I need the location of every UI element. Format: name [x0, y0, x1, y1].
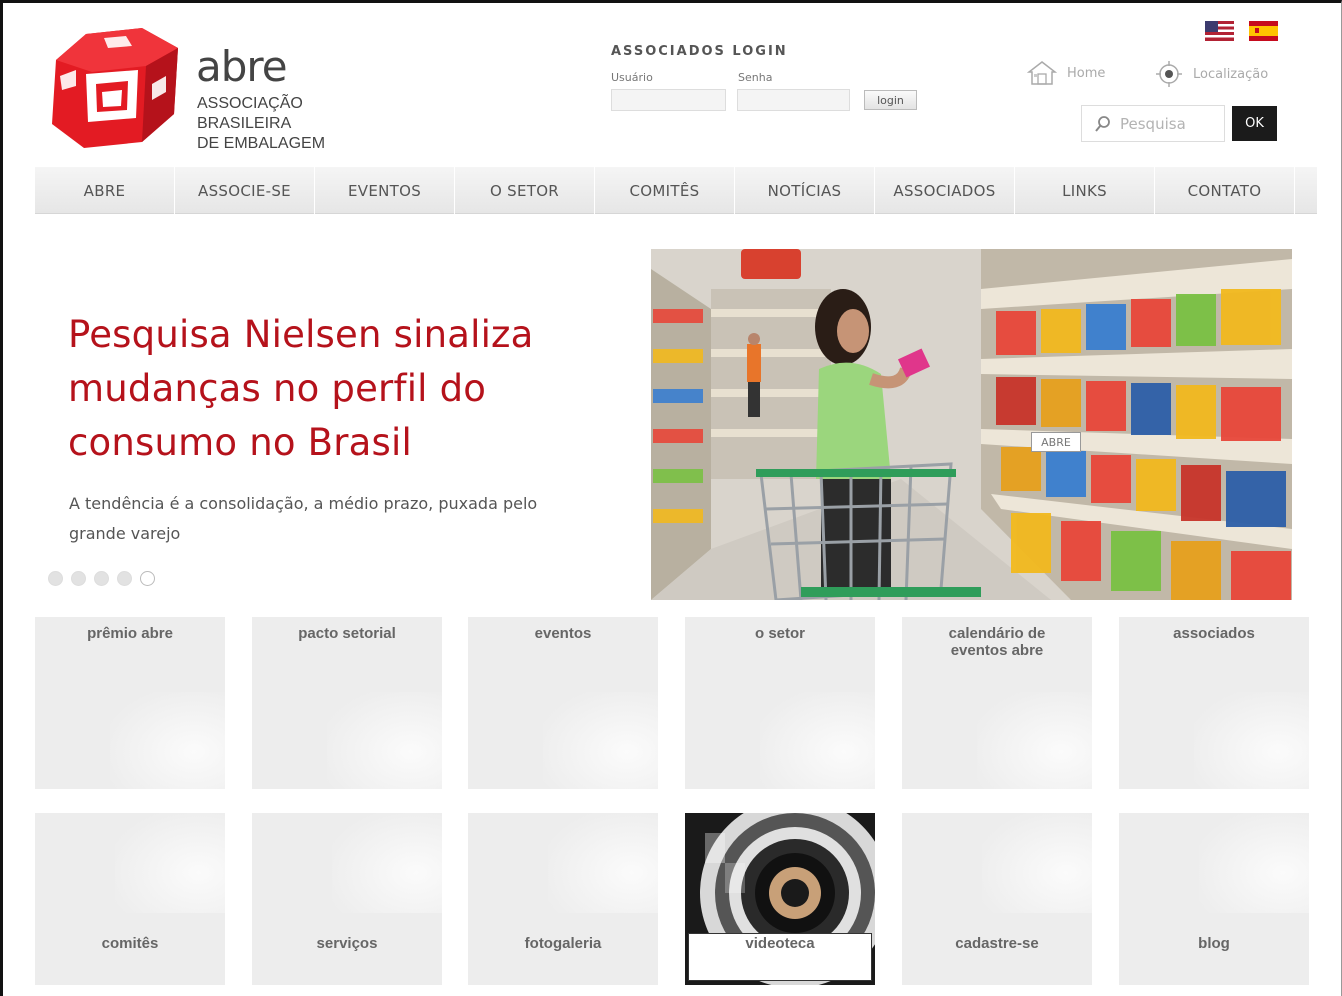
tile-blog[interactable]: blog	[1119, 813, 1309, 985]
tile-label: comitês	[101, 935, 159, 952]
brand-subtitle-line: DE EMBALAGEM	[197, 135, 326, 152]
location-link-label: Localização	[1193, 66, 1269, 82]
tile-label: o setor	[754, 625, 805, 642]
nav-item-associe-se[interactable]: ASSOCIE-SE	[175, 167, 315, 214]
search-ok-button[interactable]: OK	[1232, 106, 1277, 141]
tile-label: cadastre-se	[955, 935, 1039, 952]
supermarket-shopper-illustration	[651, 249, 1292, 600]
tile-o-setor[interactable]: o setor	[685, 617, 875, 789]
hero-subtitle: A tendência é a consolidação, a médio pr…	[69, 494, 538, 543]
tile-fotogaleria[interactable]: fotogaleria	[468, 813, 658, 985]
location-target-icon	[1156, 61, 1182, 87]
username-input[interactable]	[611, 89, 726, 111]
nav-item-contato[interactable]: CONTATO	[1155, 167, 1295, 214]
nav-item-o-setor[interactable]: O SETOR	[455, 167, 595, 214]
nav-item-abre[interactable]: ABRE	[35, 167, 175, 214]
tile-servicos[interactable]: serviços	[252, 813, 442, 985]
slider-dots	[48, 571, 155, 586]
login-button[interactable]: login	[864, 90, 917, 110]
tile-label: prêmio abre	[87, 625, 173, 642]
slider-dot[interactable]	[71, 571, 86, 586]
brand-subtitle: ASSOCIAÇÃO BRASILEIRA DE EMBALAGEM	[197, 94, 325, 154]
tile-associados[interactable]: associados	[1119, 617, 1309, 789]
tile-pacto-setorial[interactable]: pacto setorial	[252, 617, 442, 789]
password-input[interactable]	[737, 89, 850, 111]
brand-subtitle-line: ASSOCIAÇÃO	[197, 95, 303, 112]
home-link[interactable]: Home	[1027, 60, 1105, 86]
tile-label: blog	[1198, 935, 1230, 952]
tile-eventos[interactable]: eventos	[468, 617, 658, 789]
slider-dot-active[interactable]	[140, 571, 155, 586]
hero-title[interactable]: Pesquisa Nielsen sinaliza mudanças no pe…	[68, 308, 628, 470]
home-link-label: Home	[1067, 65, 1106, 81]
search-icon	[1095, 115, 1110, 132]
nav-item-links[interactable]: LINKS	[1015, 167, 1155, 214]
nav-item-comites[interactable]: COMITÊS	[595, 167, 735, 214]
search-box[interactable]	[1081, 105, 1225, 142]
hero-badge: ABRE	[1031, 432, 1081, 452]
search-input[interactable]	[1120, 114, 1220, 133]
nav-item-associados[interactable]: ASSOCIADOS	[875, 167, 1015, 214]
tile-label: associados	[1173, 625, 1255, 642]
hero-image-supermarket[interactable]: ABRE	[651, 249, 1292, 600]
us-flag-icon[interactable]	[1205, 21, 1234, 41]
brand-name[interactable]: abre	[196, 46, 288, 88]
slider-dot[interactable]	[94, 571, 109, 586]
spain-flag-icon[interactable]	[1249, 21, 1278, 41]
tile-calendario-eventos[interactable]: calendário de eventos abre	[902, 617, 1092, 789]
brand-subtitle-line: BRASILEIRA	[197, 115, 292, 132]
tile-label: calendário de eventos abre	[948, 625, 1046, 659]
tile-premio-abre[interactable]: prêmio abre	[35, 617, 225, 789]
password-label: Senha	[738, 71, 773, 84]
slider-dot[interactable]	[48, 571, 63, 586]
tile-videoteca[interactable]: videoteca	[685, 813, 875, 985]
home-icon	[1027, 61, 1057, 85]
tile-label: fotogaleria	[524, 935, 602, 952]
main-nav: ABRE ASSOCIE-SE EVENTOS O SETOR COMITÊS …	[35, 167, 1317, 214]
nav-item-noticias[interactable]: NOTÍCIAS	[735, 167, 875, 214]
nav-item-eventos[interactable]: EVENTOS	[315, 167, 455, 214]
tile-label: videoteca	[688, 933, 872, 981]
slider-dot[interactable]	[117, 571, 132, 586]
tile-comites[interactable]: comitês	[35, 813, 225, 985]
tile-label: eventos	[534, 625, 592, 642]
abre-logo-icon[interactable]	[46, 26, 182, 150]
tile-label: pacto setorial	[298, 625, 396, 642]
location-link[interactable]: Localização	[1155, 60, 1268, 88]
login-title: ASSOCIADOS LOGIN	[611, 44, 788, 59]
tile-label: serviços	[316, 935, 378, 952]
tile-cadastre-se[interactable]: cadastre-se	[902, 813, 1092, 985]
username-label: Usuário	[611, 71, 653, 84]
